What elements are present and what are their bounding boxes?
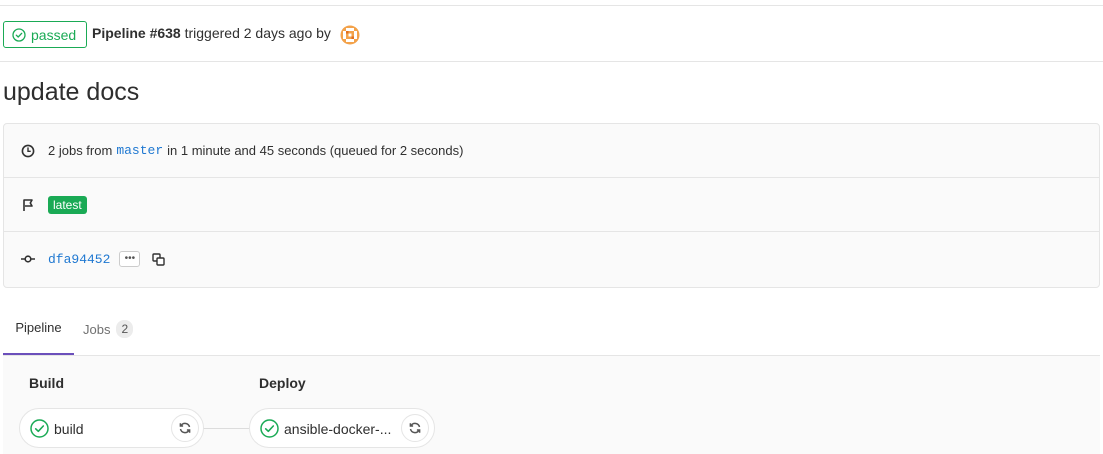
job-name: build bbox=[54, 421, 84, 437]
pipeline-id: Pipeline #638 bbox=[92, 25, 181, 41]
commit-row: dfa94452 ••• bbox=[4, 232, 1099, 286]
pipeline-summary: Pipeline #638 triggered 2 days ago by bbox=[92, 25, 331, 41]
triggered-text: triggered 2 days ago by bbox=[184, 25, 331, 41]
pipeline-graph: Build Deploy build ansible-docker-... bbox=[3, 356, 1100, 454]
jobs-count-text: 2 jobs from bbox=[48, 143, 113, 158]
page-title: update docs bbox=[3, 78, 140, 106]
stage-title-deploy: Deploy bbox=[259, 375, 306, 391]
commit-icon bbox=[20, 251, 36, 267]
retry-icon bbox=[409, 422, 421, 434]
job-name: ansible-docker-... bbox=[284, 421, 392, 437]
stage-title-build: Build bbox=[29, 375, 64, 391]
retry-button[interactable] bbox=[401, 414, 429, 442]
status-badge[interactable]: passed bbox=[3, 21, 88, 48]
avatar[interactable] bbox=[340, 25, 360, 45]
clock-icon bbox=[20, 143, 36, 159]
stage-connector bbox=[203, 428, 250, 429]
tab-jobs-label: Jobs bbox=[83, 321, 111, 337]
commit-sha-link[interactable]: dfa94452 bbox=[48, 252, 110, 267]
tab-pipeline[interactable]: Pipeline bbox=[3, 302, 74, 355]
retry-button[interactable] bbox=[171, 414, 199, 442]
copy-icon[interactable] bbox=[150, 251, 166, 267]
success-icon bbox=[30, 419, 49, 438]
tags-row: latest bbox=[4, 178, 1099, 232]
tab-jobs[interactable]: Jobs 2 bbox=[83, 302, 134, 356]
success-icon bbox=[260, 419, 279, 438]
tab-pipeline-label: Pipeline bbox=[15, 320, 62, 335]
status-label: passed bbox=[31, 26, 77, 43]
duration-text: in 1 minute and 45 seconds (queued for 2… bbox=[167, 143, 464, 158]
pipeline-header: passed Pipeline #638 triggered 2 days ag… bbox=[0, 6, 1103, 62]
retry-icon bbox=[179, 422, 191, 434]
pipeline-info-box: 2 jobs from master in 1 minute and 45 se… bbox=[3, 123, 1100, 288]
expand-commit-button[interactable]: ••• bbox=[119, 251, 141, 267]
jobs-summary-row: 2 jobs from master in 1 minute and 45 se… bbox=[4, 124, 1099, 178]
flag-icon bbox=[20, 197, 36, 213]
branch-link[interactable]: master bbox=[116, 143, 163, 158]
pipeline-tabs: Pipeline Jobs 2 bbox=[3, 302, 1100, 356]
jobs-count-badge: 2 bbox=[116, 320, 134, 338]
job-deploy[interactable]: ansible-docker-... bbox=[249, 408, 435, 448]
check-circle-icon bbox=[12, 27, 26, 42]
latest-badge: latest bbox=[48, 195, 87, 214]
job-build[interactable]: build bbox=[19, 408, 204, 448]
